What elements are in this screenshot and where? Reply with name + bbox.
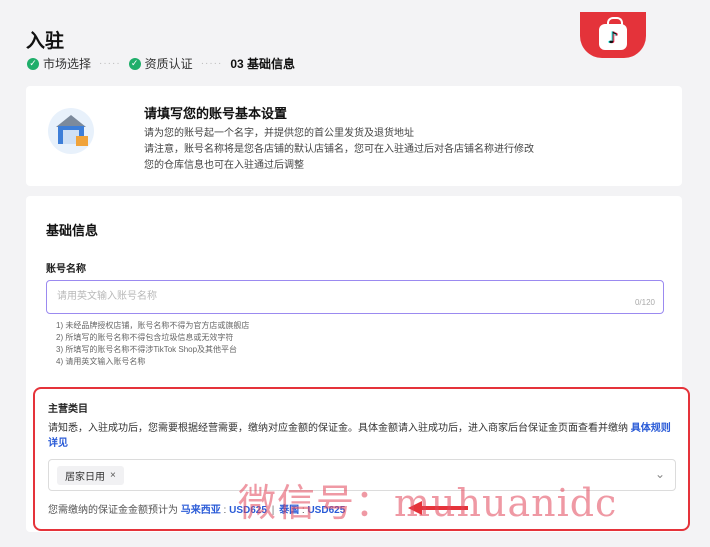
main-category-title: 主营类目 — [48, 404, 88, 415]
step-label: 03 基础信息 — [230, 57, 296, 71]
step-indicator: ✓ 市场选择 ····· ✓ 资质认证 ····· 03 基础信息 — [27, 55, 295, 72]
step-label: 资质认证 — [144, 57, 193, 71]
step-separator: ····· — [99, 58, 121, 69]
warehouse-icon — [48, 108, 94, 154]
rule-item: 3) 所填写的账号名称不得涉TikTok Shop及其他平台 — [56, 345, 238, 354]
intro-line: 请注意，账号名称将是您各店铺的默认店铺名，您可在入驻通过后对各店铺名称进行修改 — [144, 144, 534, 155]
rule-item: 4) 请用英文输入账号名称 — [56, 357, 146, 366]
page-title: 入驻 — [26, 31, 65, 52]
deposit-prefix: 您需缴纳的保证金金额预计为 — [48, 505, 178, 516]
shopping-bag-icon: ♪ — [599, 17, 627, 50]
tiktok-note-icon: ♪ — [607, 27, 619, 47]
rule-item: 2) 所填写的账号名称不得包含垃圾信息或无效字符 — [56, 333, 234, 342]
main-category-description: 请知悉，入驻成功后，您需要根据经营需要，缴纳对应金额的保证金。具体金额请入驻成功… — [48, 421, 676, 451]
section-title: 基础信息 — [46, 223, 99, 238]
rule-item: 1) 未经品牌授权店铺，账号名称不得为官方店或旗舰店 — [56, 321, 250, 330]
close-icon[interactable]: × — [110, 470, 116, 481]
check-circle-icon: ✓ — [128, 57, 141, 70]
step-separator: ····· — [200, 58, 223, 69]
step-basic-info: 03 基础信息 — [230, 55, 295, 72]
step-label: 市场选择 — [43, 57, 92, 71]
tag-label: 居家日用 — [65, 472, 105, 483]
check-circle-icon: ✓ — [27, 57, 39, 70]
watermark-text: 微信号：muhuanidc — [238, 481, 618, 525]
account-name-field[interactable]: 0/120 — [46, 280, 664, 314]
deposit-country: 马来西亚 — [180, 505, 221, 516]
intro-line: 请为您的账号起一个名字，并提供您的首公里发货及退货地址 — [144, 128, 414, 139]
name-rules: 1) 未经品牌授权店铺，账号名称不得为官方店或旗舰店 2) 所填写的账号名称不得… — [56, 320, 249, 368]
tiktok-shop-icon: ♪ — [580, 12, 646, 58]
selected-category-tag: 居家日用 × — [57, 466, 124, 485]
step-qualification: ✓ 资质认证 — [128, 55, 193, 72]
chevron-down-icon[interactable]: ⌄ — [655, 467, 665, 481]
intro-line: 您的仓库信息也可在入驻通过后调整 — [144, 160, 304, 171]
intro-card: 请填写您的账号基本设置 请为您的账号起一个名字，并提供您的首公里发货及退货地址 … — [26, 86, 682, 186]
account-name-input[interactable] — [57, 281, 617, 311]
intro-heading: 请填写您的账号基本设置 — [144, 106, 288, 121]
step-market: ✓ 市场选择 — [27, 55, 91, 72]
account-name-label: 账号名称 — [46, 264, 86, 275]
char-counter: 0/120 — [634, 298, 655, 307]
description-text: 请知悉，入驻成功后，您需要根据经营需要，缴纳对应金额的保证金。具体金额请入驻成功… — [48, 423, 628, 434]
